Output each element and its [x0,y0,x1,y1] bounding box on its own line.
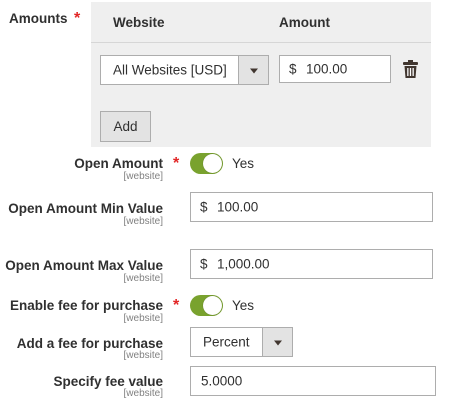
add-button[interactable]: Add [100,111,151,142]
open-amount-toggle[interactable] [190,153,223,174]
trash-icon[interactable] [403,60,418,78]
open-amount-scope: [website] [123,171,163,182]
add-fee-select[interactable]: Percent [190,327,293,357]
fee-value-input[interactable]: 5.0000 [190,366,436,396]
website-select-toggle[interactable] [238,56,268,84]
add-fee-scope: [website] [123,350,163,361]
fee-value-scope: [website] [123,388,163,399]
open-amount-min-input[interactable]: $ 100.00 [190,192,433,222]
fee-value: 5.0000 [201,373,243,389]
required-mark: * [74,10,81,27]
open-amount-max-label: Open Amount Max Value [5,258,163,273]
add-fee-select-toggle[interactable] [262,328,292,356]
required-mark: * [173,297,180,314]
amount-input[interactable]: $ 100.00 [279,55,391,83]
open-amount-max-scope: [website] [123,273,163,284]
chevron-down-icon [249,68,258,74]
add-fee-select-value: Percent [203,334,250,350]
open-amount-min-scope: [website] [123,216,163,227]
currency-symbol: $ [200,199,208,215]
chevron-down-icon [273,340,282,346]
required-mark: * [173,155,180,172]
open-amount-max-value: 1,000.00 [217,256,270,272]
open-amount-min-label: Open Amount Min Value [8,201,163,216]
enable-fee-scope: [website] [123,313,163,324]
add-fee-label: Add a fee for purchase [16,336,163,351]
open-amount-max-input[interactable]: $ 1,000.00 [190,249,433,279]
enable-fee-toggle[interactable] [190,295,223,316]
amount-value: 100.00 [306,61,348,77]
website-select-value: All Websites [USD] [113,62,227,78]
toggle-knob [203,296,222,315]
enable-fee-toggle-text: Yes [232,298,255,313]
toggle-knob [203,154,222,173]
currency-symbol: $ [200,256,208,272]
website-select[interactable]: All Websites [USD] [100,55,269,85]
open-amount-min-value: 100.00 [217,199,259,215]
amount-column-header: Amount [279,15,330,30]
open-amount-toggle-text: Yes [232,156,255,171]
enable-fee-label: Enable fee for purchase [9,298,163,313]
currency-symbol: $ [289,61,297,77]
amounts-label: Amounts [9,11,68,26]
fee-value-label: Specify fee value [53,374,163,389]
open-amount-label: Open Amount [74,156,163,171]
website-column-header: Website [113,15,165,30]
